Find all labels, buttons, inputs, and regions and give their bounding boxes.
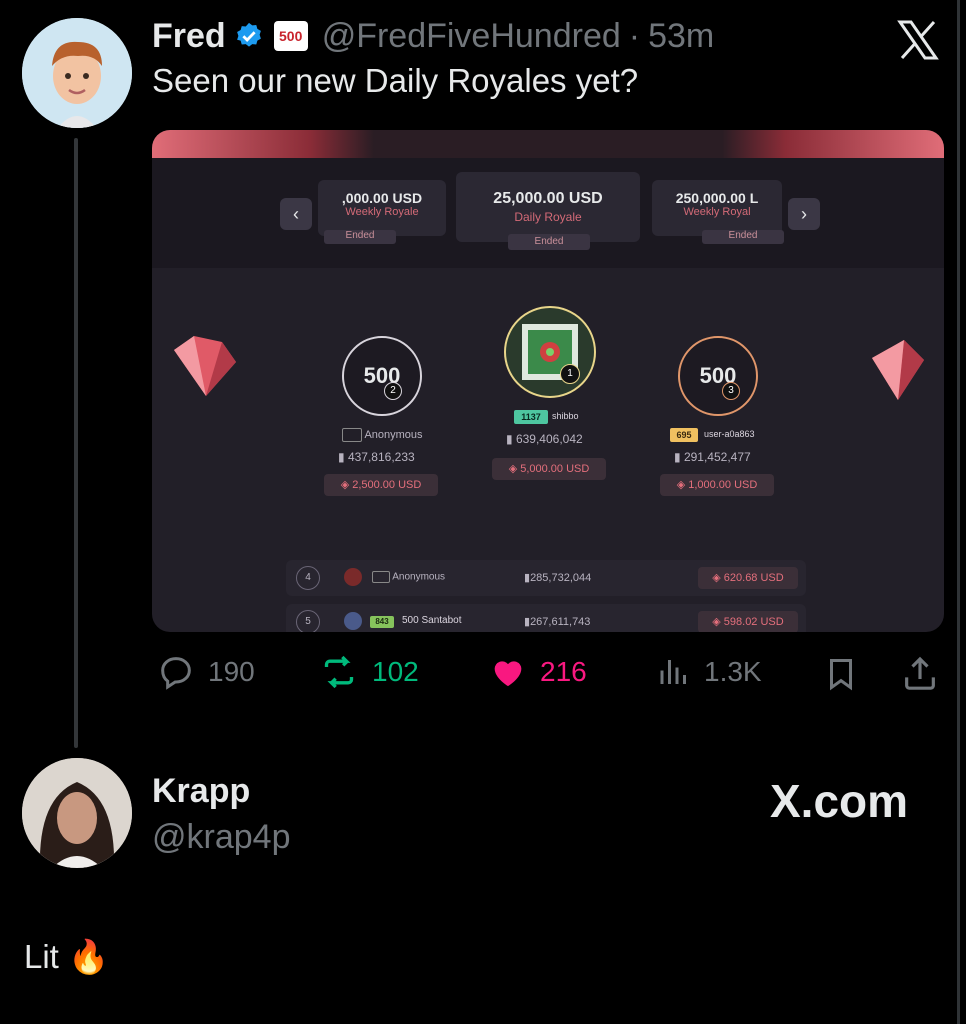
royale-label: Weekly Royale [345,206,419,218]
separator-dot: · [628,16,641,55]
retweet-count: 102 [372,656,419,687]
profile-photo-icon [22,758,132,868]
reply-author-handle[interactable]: @krap4p [152,818,290,857]
royale-amount: 25,000.00 USD [493,190,603,207]
author-handle[interactable]: @FredFiveHundred [322,17,621,56]
podium-2-avatar[interactable]: 500 [342,336,422,416]
views-chart-icon [660,660,686,684]
leaderboard-row[interactable]: 5 843 500 Santabot ▮267,611,743 ◈ 598.02… [286,604,806,632]
hidden-profile-icon [342,428,362,442]
row-prize-value: 598.02 USD [723,616,784,628]
author-avatar[interactable] [22,18,132,128]
player-score-value: 437,816,233 [347,450,415,464]
royale-card-active[interactable]: 25,000.00 USD Daily Royale [456,172,640,242]
player-score-value: 291,452,477 [683,450,751,464]
player-name: Anonymous [342,428,423,442]
retweet-button[interactable]: 102 [318,652,419,692]
x-logo-icon[interactable] [894,16,942,64]
row-user: 500 Santabot [402,615,462,626]
affiliate-badge: 500 [273,21,308,51]
row-rank: 4 [296,566,320,590]
royale-label: Daily Royale [514,210,582,224]
row-user-text: Anonymous [392,571,446,583]
reply-text: Lit 🔥 [24,938,110,975]
player-name-text: Anonymous [364,428,423,441]
reply-count: 190 [208,656,255,687]
player-avatar-icon [522,324,578,380]
player-score-value: 639,406,042 [515,432,583,446]
row-rank: 5 [296,610,320,632]
level-badge: 843 [370,616,394,628]
memoji-icon [22,18,132,128]
row-prize: ◈ 598.02 USD [698,611,798,632]
row-prize-value: 620.68 USD [723,572,784,584]
prize-amount: ◈ 2,500.00 USD [324,474,438,496]
tweet-media[interactable]: ‹ › ,000.00 USD Weekly Royale Ended 25,0… [152,130,944,632]
podium-1-avatar[interactable] [504,306,596,398]
royale-card[interactable]: 250,000.00 L Weekly Royal [652,180,782,236]
timestamp[interactable]: 53m [648,17,714,56]
row-prize: ◈ 620.68 USD [698,567,798,589]
royale-label: Weekly Royal [683,206,751,218]
royale-card[interactable]: ,000.00 USD Weekly Royale [318,180,446,236]
media-banner [152,130,944,158]
row-score-value: 285,732,044 [530,572,592,584]
row-user: Anonymous [372,571,445,583]
rank-badge: 3 [722,382,740,400]
reply-icon [161,657,191,690]
tweet-text: Seen our new Daily Royales yet? [152,62,639,99]
prize-amount: ◈ 1,000.00 USD [660,474,774,496]
player-score: ▮ 437,816,233 [338,450,415,464]
prize-amount: ◈ 5,000.00 USD [492,458,606,480]
row-score-value: 267,611,743 [530,616,591,628]
row-avatar [344,612,362,630]
views-button[interactable]: 1.3K [656,652,762,692]
status-ended: Ended [508,234,590,250]
thread-connector-line [74,138,78,748]
prize-value: 2,500.00 USD [352,479,422,491]
player-score: ▮ 291,452,477 [674,450,751,464]
x-com-watermark: X.com [770,775,909,827]
player-score: ▮ 639,406,042 [506,432,583,446]
row-avatar [344,568,362,586]
reply-button[interactable]: 190 [156,652,255,692]
tweet-header: Fred 500 @FredFiveHundred · 53m [152,14,714,58]
share-button[interactable] [900,654,940,699]
royale-amount: ,000.00 USD [341,190,423,206]
level-badge: 695 [670,428,698,442]
royale-amount: 250,000.00 L [675,190,759,206]
author-name[interactable]: Fred [152,17,226,56]
leaderboard-row[interactable]: 4 Anonymous ▮285,732,044 ◈ 620.68 USD [286,560,806,596]
bookmark-icon [829,659,853,691]
prize-value: 1,000.00 USD [688,479,758,491]
hidden-profile-icon [372,571,390,583]
reply-author-avatar[interactable] [22,758,132,868]
heart-icon [494,661,522,687]
status-ended: Ended [324,230,396,244]
level-badge: 1137 [514,410,548,424]
verified-badge-icon [236,22,261,47]
row-score: ▮285,732,044 [524,572,592,584]
player-name: shibbo [552,411,579,421]
gem-right-icon [872,340,924,400]
podium-3-avatar[interactable]: 500 [678,336,758,416]
retweet-icon [324,655,354,689]
prev-arrow-button[interactable]: ‹ [280,198,312,230]
bookmark-button[interactable] [822,654,860,699]
like-button[interactable]: 216 [488,652,587,692]
rank-badge: 1 [560,364,580,384]
gem-left-icon [174,336,236,396]
scrollbar-track[interactable] [957,0,960,1024]
status-ended: Ended [702,230,784,244]
like-count: 216 [540,656,587,687]
prize-value: 5,000.00 USD [520,463,590,475]
row-score: ▮267,611,743 [524,616,591,628]
next-arrow-button[interactable]: › [788,198,820,230]
view-count: 1.3K [704,656,762,687]
rank-badge: 2 [384,382,402,400]
share-icon [905,656,935,690]
player-name: user-a0a863 [704,429,755,439]
reply-author-name[interactable]: Krapp [152,772,250,811]
